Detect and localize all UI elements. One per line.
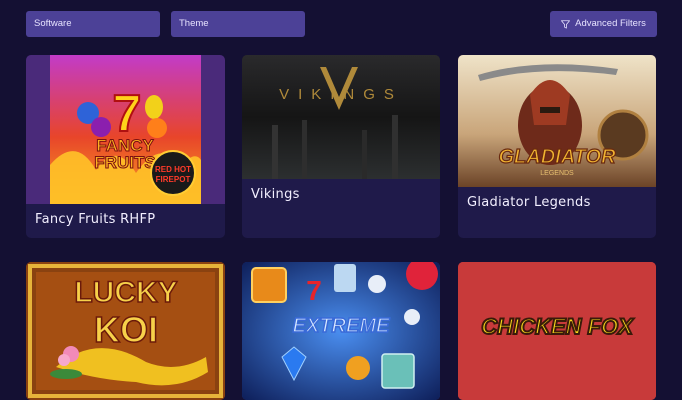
advanced-filters-label: Advanced Filters [575, 18, 646, 29]
software-filter-label: Software [34, 18, 72, 29]
fancy-fruits-seven: 7 [113, 85, 142, 143]
vikings-artwork: VIKINGS [242, 55, 440, 179]
advanced-filters-button[interactable]: Advanced Filters [550, 11, 657, 37]
extreme-artwork: 7 EXTREME [242, 262, 440, 400]
game-card-gladiator-legends[interactable]: GLADIATOR LEGENDS Gladiator Legends [458, 55, 656, 238]
extreme-logo-text: EXTREME [293, 315, 390, 337]
fancy-fruits-artwork: 7 FANCY FRUITS RED HOT FIREPOT [50, 55, 201, 204]
game-thumbnail[interactable]: CHICKEN FOX [458, 262, 656, 400]
filter-funnel-icon [561, 19, 571, 29]
game-thumbnail[interactable]: GLADIATOR LEGENDS [458, 55, 656, 187]
gladiator-logo-text: GLADIATOR [498, 146, 616, 168]
game-thumbnail[interactable]: 7 FANCY FRUITS RED HOT FIREPOT [26, 55, 225, 204]
game-title[interactable]: Gladiator Legends [467, 195, 591, 210]
lucky-koi-logo-line2: KOI [94, 309, 158, 350]
game-thumbnail[interactable]: 7 EXTREME [242, 262, 440, 400]
theme-filter-dropdown[interactable]: Theme [171, 11, 305, 37]
lucky-koi-logo-line1: LUCKY [74, 276, 177, 309]
game-card-extreme[interactable]: 7 EXTREME [242, 262, 440, 400]
game-thumbnail[interactable]: VIKINGS [242, 55, 440, 179]
chicken-fox-logo-text: CHICKEN FOX [481, 314, 634, 339]
red-hot-badge-line1: RED HOT [155, 165, 191, 174]
chicken-fox-artwork: CHICKEN FOX [458, 262, 656, 400]
game-thumbnail[interactable]: LUCKY KOI [26, 262, 225, 400]
software-filter-dropdown[interactable]: Software [26, 11, 160, 37]
extreme-seven: 7 [306, 275, 322, 306]
gladiator-logo-subtitle: LEGENDS [540, 170, 574, 177]
game-card-vikings[interactable]: VIKINGS Vikings [242, 55, 440, 238]
game-card-lucky-koi[interactable]: LUCKY KOI [26, 262, 225, 400]
lucky-koi-artwork: LUCKY KOI [26, 262, 225, 400]
theme-filter-label: Theme [179, 18, 209, 29]
game-card-fancy-fruits[interactable]: 7 FANCY FRUITS RED HOT FIREPOT Fancy Fru… [26, 55, 225, 238]
fancy-fruits-logo-line2: FRUITS [94, 153, 155, 172]
vikings-logo-text: VIKINGS [279, 86, 403, 103]
game-title[interactable]: Fancy Fruits RHFP [35, 212, 155, 227]
red-hot-badge-line2: FIREPOT [156, 175, 191, 184]
game-title[interactable]: Vikings [251, 187, 300, 202]
filter-bar: Software Theme Advanced Filters [26, 11, 657, 37]
gladiator-artwork: GLADIATOR LEGENDS [458, 55, 656, 187]
game-card-chicken-fox[interactable]: CHICKEN FOX [458, 262, 656, 400]
